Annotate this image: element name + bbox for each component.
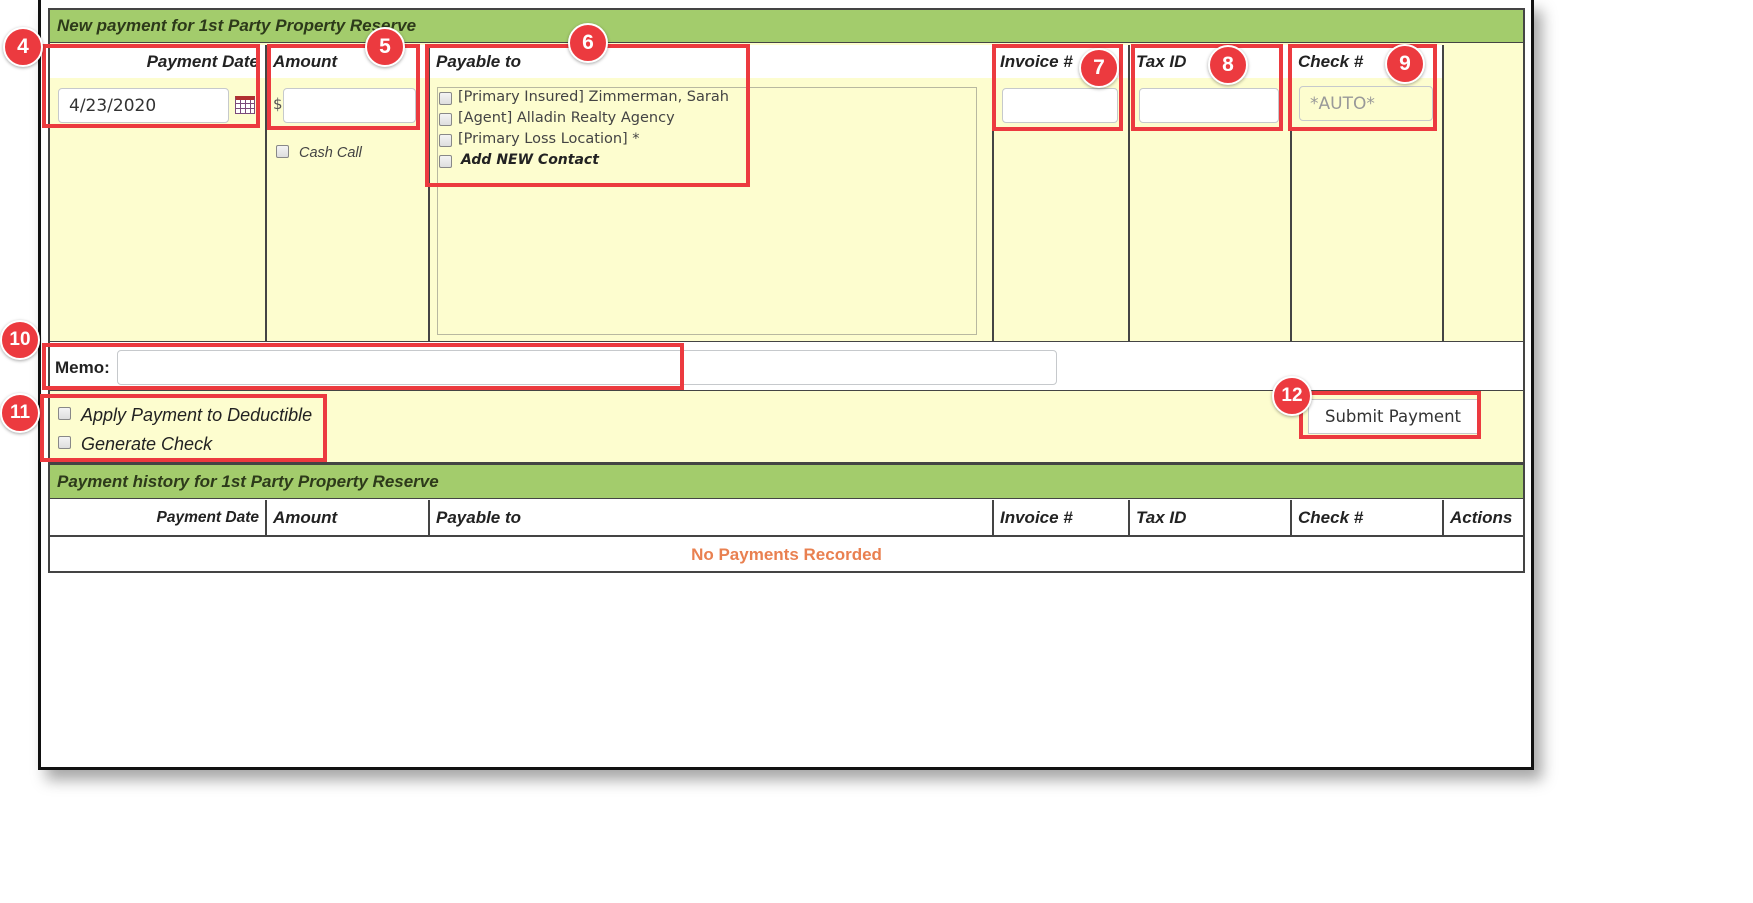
check-number-input[interactable]	[1299, 86, 1433, 121]
payment-date-input[interactable]	[58, 88, 229, 123]
header-tax-id-text: Tax ID	[1136, 51, 1187, 71]
cash-call-label: Cash Call	[299, 145, 362, 161]
header-payment-date-text: Payment Date	[146, 51, 259, 71]
callout-badge-7: 7	[1079, 48, 1119, 88]
callout-badge-8: 8	[1208, 45, 1248, 85]
history-header-payable-to-text: Payable to	[436, 507, 522, 527]
apply-deductible-checkbox[interactable]	[58, 407, 71, 420]
calendar-icon[interactable]	[235, 96, 255, 114]
col-divider	[992, 500, 994, 535]
payee-primary-insured[interactable]: [Primary Insured] Zimmerman, Sarah	[458, 89, 729, 105]
col-divider	[1442, 500, 1444, 535]
callout-badge-5: 5	[365, 27, 405, 67]
history-header-tax-id-text: Tax ID	[1136, 507, 1187, 527]
history-header-amount-text: Amount	[273, 507, 338, 527]
header-payment-date: Payment Date	[50, 45, 265, 78]
history-header-check: Check #	[1292, 500, 1442, 535]
history-header-check-text: Check #	[1298, 507, 1364, 527]
new-payment-title: New payment for 1st Party Property Reser…	[48, 8, 1525, 44]
payee-primary-loss-location[interactable]: [Primary Loss Location] *	[458, 131, 640, 147]
col-divider	[992, 45, 994, 342]
history-title: Payment history for 1st Party Property R…	[48, 463, 1525, 500]
callout-badge-12: 12	[1272, 376, 1312, 416]
header-amount-text: Amount	[273, 51, 338, 71]
col-divider	[1128, 500, 1130, 535]
callout-badge-10: 10	[0, 320, 40, 360]
currency-symbol: $	[273, 95, 283, 113]
callout-badge-6: 6	[568, 23, 608, 63]
history-header-payable-to: Payable to	[430, 500, 992, 535]
new-payment-title-text: New payment for 1st Party Property Reser…	[57, 16, 417, 35]
payee-checkbox[interactable]	[439, 134, 452, 147]
submit-payment-button[interactable]: Submit Payment	[1308, 399, 1478, 434]
header-invoice-text: Invoice #	[1000, 51, 1073, 71]
payment-panel: New payment for 1st Party Property Reser…	[38, 0, 1534, 770]
memo-input[interactable]	[117, 350, 1057, 385]
history-header-invoice: Invoice #	[994, 500, 1128, 535]
tax-id-input[interactable]	[1139, 88, 1279, 123]
add-contact-checkbox[interactable]	[439, 155, 452, 168]
history-header-amount: Amount	[267, 500, 428, 535]
col-divider	[428, 45, 430, 342]
history-header-actions: Actions	[1444, 500, 1523, 535]
row-divider	[50, 535, 1523, 537]
add-new-contact-link[interactable]: Add NEW Contact	[461, 152, 599, 168]
callout-badge-9: 9	[1385, 44, 1425, 84]
col-divider	[1442, 45, 1444, 342]
payee-agent[interactable]: [Agent] Alladin Realty Agency	[458, 110, 675, 126]
history-title-text: Payment history for 1st Party Property R…	[57, 471, 439, 491]
history-header-payment-date-text: Payment Date	[156, 508, 259, 526]
memo-label: Memo:	[55, 358, 110, 377]
cash-call-checkbox[interactable]	[276, 145, 289, 158]
apply-deductible-label: Apply Payment to Deductible	[81, 405, 313, 425]
empty-history-message: No Payments Recorded	[691, 545, 882, 564]
history-header-payment-date: Payment Date	[50, 500, 265, 535]
amount-input[interactable]	[283, 88, 416, 123]
payee-checkbox[interactable]	[439, 113, 452, 126]
generate-check-checkbox[interactable]	[58, 436, 71, 449]
invoice-input[interactable]	[1002, 88, 1118, 123]
col-divider	[1290, 45, 1292, 342]
history-header-invoice-text: Invoice #	[1000, 507, 1073, 527]
col-divider	[1290, 500, 1292, 535]
header-payable-to-text: Payable to	[436, 51, 522, 71]
generate-check-label: Generate Check	[81, 434, 213, 454]
payee-checkbox[interactable]	[439, 92, 452, 105]
col-divider	[1128, 45, 1130, 342]
callout-badge-4: 4	[3, 27, 43, 67]
history-header-actions-text: Actions	[1450, 507, 1513, 527]
col-divider	[265, 500, 267, 535]
history-header-tax-id: Tax ID	[1130, 500, 1290, 535]
callout-badge-11: 11	[0, 393, 40, 433]
col-divider	[265, 45, 267, 342]
header-payable-to: Payable to	[430, 45, 992, 78]
header-check-text: Check #	[1298, 51, 1364, 71]
col-divider	[428, 500, 430, 535]
